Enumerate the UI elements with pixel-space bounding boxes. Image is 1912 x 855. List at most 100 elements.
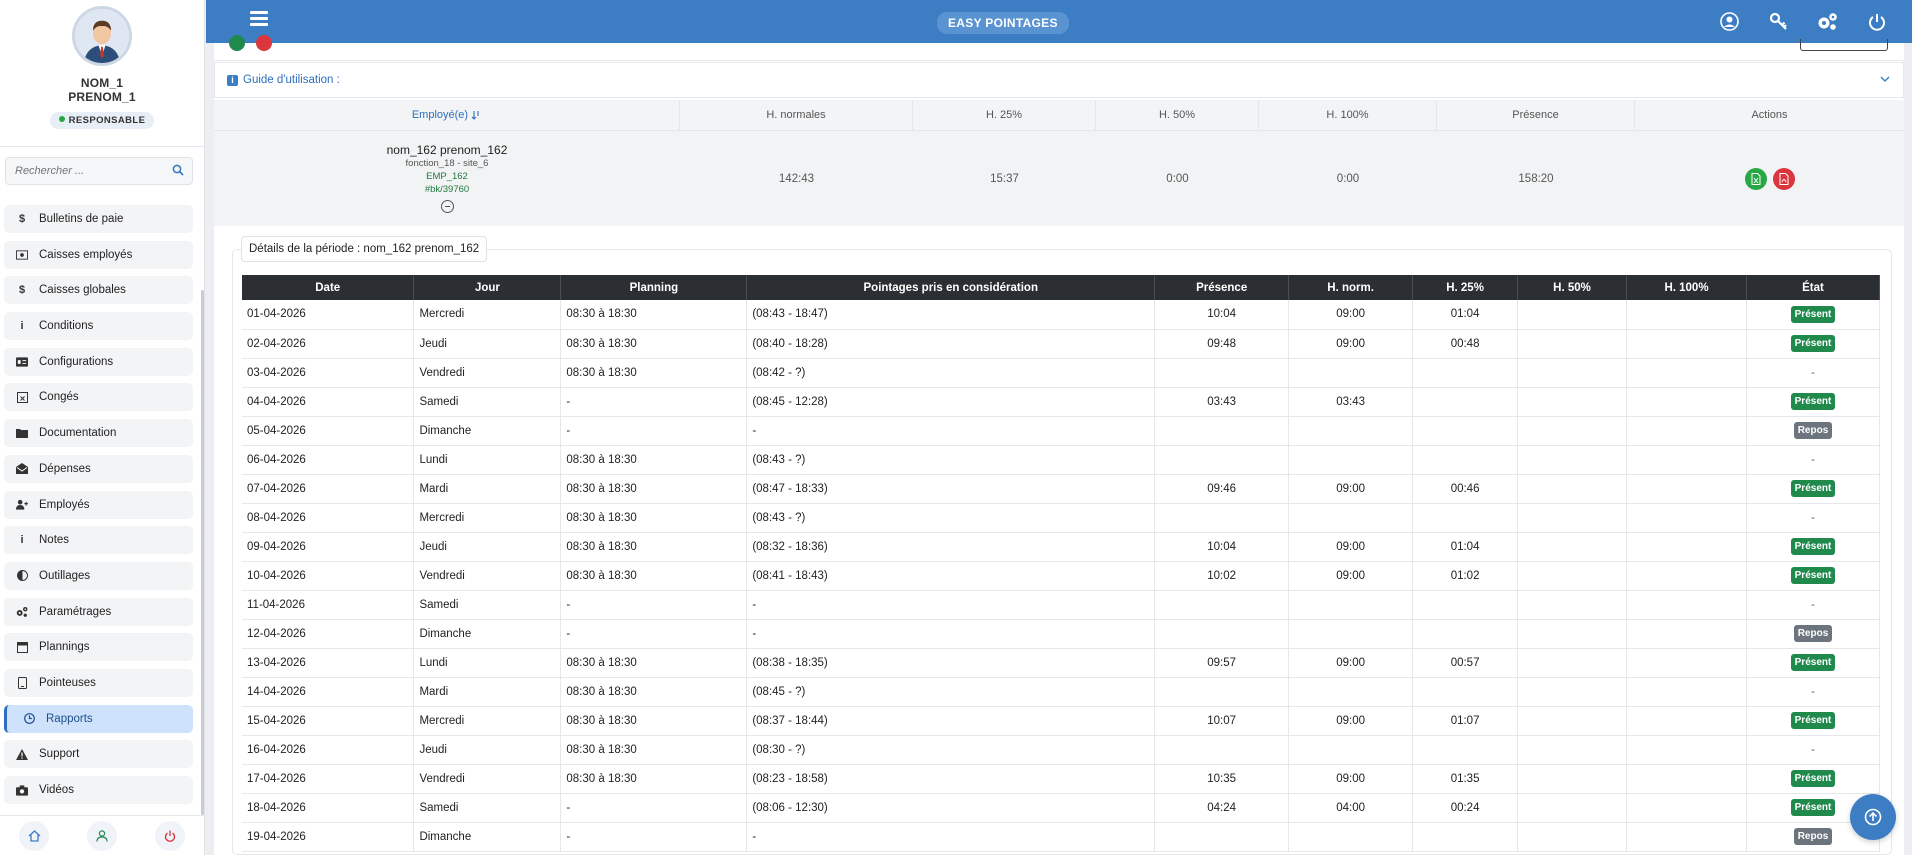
sidebar-item-plannings[interactable]: Plannings [4, 633, 193, 662]
id-card-icon [16, 356, 28, 368]
cell-date: 05-04-2026 [242, 416, 415, 446]
cell-presence: 04:24 [1154, 793, 1290, 823]
table-row[interactable]: 09-04-2026 Jeudi 08:30 à 18:30 (08:32 - 18:… [242, 532, 1881, 562]
avatar[interactable] [72, 6, 132, 66]
status-badge: Présent [1790, 770, 1836, 787]
cell-date: 06-04-2026 [242, 445, 415, 475]
guide-accordion[interactable]: i Guide d'utilisation : [214, 62, 1904, 98]
cell-state: Présent [1746, 561, 1881, 591]
hamburger-menu-icon[interactable] [250, 11, 268, 27]
sidebar-item-label: Conditions [39, 320, 94, 333]
table-row[interactable]: 03-04-2026 Vendredi 08:30 à 18:30 (08:42 - … [242, 358, 1881, 388]
search-input[interactable] [6, 158, 156, 184]
column-header[interactable]: H. norm. [1288, 275, 1414, 300]
table-row[interactable]: 08-04-2026 Mercredi 08:30 à 18:30 (08:43 - … [242, 503, 1881, 533]
cell-day: Lundi [413, 648, 562, 678]
home-button[interactable] [19, 820, 49, 851]
column-header-presence[interactable]: Présence [1437, 100, 1635, 130]
green-action-icon[interactable] [229, 35, 245, 51]
column-header[interactable]: Pointages pris en considération [746, 275, 1156, 300]
table-row[interactable]: 17-04-2026 Vendredi 08:30 à 18:30 (08:23 - … [242, 764, 1881, 794]
table-row[interactable]: 15-04-2026 Mercredi 08:30 à 18:30 (08:37 - … [242, 706, 1881, 736]
cell-hnorm [1288, 735, 1414, 765]
cell-day: Mercredi [413, 706, 562, 736]
search-icon[interactable] [172, 164, 184, 176]
sidebar-item-conditions[interactable]: i Conditions [4, 312, 193, 341]
export-excel-button[interactable] [1744, 167, 1767, 190]
column-header-h25[interactable]: H. 25% [913, 100, 1096, 130]
sidebar-scrollbar[interactable] [201, 290, 204, 815]
cell-planning: - [560, 793, 748, 823]
cell-planning: 08:30 à 18:30 [560, 561, 748, 591]
password-button[interactable] [1765, 8, 1792, 35]
scroll-top-button[interactable] [1850, 794, 1896, 840]
sidebar-item-notes[interactable]: i Notes [4, 526, 193, 555]
column-header-h50[interactable]: H. 50% [1096, 100, 1259, 130]
table-row[interactable]: 01-04-2026 Mercredi 08:30 à 18:30 (08:43 - … [242, 300, 1881, 330]
sidebar-item-outillages[interactable]: Outillages [4, 561, 193, 590]
logout-button[interactable] [155, 820, 185, 851]
sidebar-item-depenses[interactable]: Dépenses [4, 454, 193, 483]
red-action-icon[interactable] [256, 35, 272, 51]
cell-h100 [1626, 503, 1747, 533]
employee-row[interactable]: nom_162 prenom_162 fonction_18 - site_6 … [214, 131, 1904, 226]
column-header[interactable]: Planning [560, 275, 748, 300]
settings-button[interactable] [1814, 8, 1841, 35]
cell-pointages: - [746, 590, 1156, 620]
sidebar-item-support[interactable]: Support [4, 740, 193, 769]
table-row[interactable]: 10-04-2026 Vendredi 08:30 à 18:30 (08:41 - … [242, 561, 1881, 591]
sidebar-item-caisses-employes[interactable]: Caisses employés [4, 240, 193, 269]
daily-details-table: Date Jour Planning Pointages pris en con… [242, 275, 1881, 852]
sidebar-item-caisses-globales[interactable]: $ Caisses globales [4, 276, 193, 305]
table-row[interactable]: 07-04-2026 Mardi 08:30 à 18:30 (08:47 - 18:… [242, 474, 1881, 504]
table-row[interactable]: 18-04-2026 Samedi - (08:06 - 12:30) 04:24 04:… [242, 793, 1881, 823]
table-row[interactable]: 02-04-2026 Jeudi 08:30 à 18:30 (08:40 - 18:… [242, 329, 1881, 359]
sidebar-item-employes[interactable]: Employés [4, 490, 193, 519]
export-pdf-button[interactable] [1772, 167, 1795, 190]
sidebar-item-conges[interactable]: Congés [4, 383, 193, 412]
cell-hnorm [1288, 590, 1414, 620]
column-header[interactable]: Présence [1154, 275, 1290, 300]
cell-hnorm [1288, 677, 1414, 707]
sidebar-item-bulletins-de-paie[interactable]: $ Bulletins de paie [4, 205, 193, 233]
column-header[interactable]: Jour [413, 275, 562, 300]
cell-planning: 08:30 à 18:30 [560, 445, 748, 475]
table-row[interactable]: 05-04-2026 Dimanche - - Repos [242, 416, 1881, 446]
power-button[interactable] [1863, 8, 1890, 35]
column-header-employe[interactable]: Employé(e) [214, 100, 680, 130]
cell-hnorm [1288, 503, 1414, 533]
cell-h100 [1626, 706, 1747, 736]
column-header[interactable]: H. 25% [1412, 275, 1519, 300]
cell-h50 [1517, 300, 1628, 330]
column-header-h100[interactable]: H. 100% [1259, 100, 1437, 130]
sidebar-item-configurations[interactable]: Configurations [4, 347, 193, 376]
sidebar-item-pointeuses[interactable]: Pointeuses [4, 668, 193, 697]
sidebar-item-videos[interactable]: Vidéos [4, 776, 193, 804]
sidebar-item-label: Caisses globales [39, 284, 126, 297]
column-header[interactable]: État [1746, 275, 1881, 300]
cell-pointages: (08:43 - ?) [746, 445, 1156, 475]
account-button[interactable] [1716, 8, 1743, 35]
chevron-down-icon[interactable] [1879, 73, 1891, 85]
table-row[interactable]: 14-04-2026 Mardi 08:30 à 18:30 (08:45 - ?) - [242, 677, 1881, 707]
table-row[interactable]: 06-04-2026 Lundi 08:30 à 18:30 (08:43 - ?) - [242, 445, 1881, 475]
sidebar-item-parametrages[interactable]: Paramétrages [4, 597, 193, 626]
column-header[interactable]: Date [242, 275, 415, 300]
table-row[interactable]: 12-04-2026 Dimanche - - Repos [242, 619, 1881, 649]
sidebar-item-rapports[interactable]: Rapports [4, 704, 193, 733]
table-row[interactable]: 13-04-2026 Lundi 08:30 à 18:30 (08:38 - 18:… [242, 648, 1881, 678]
profile-button[interactable] [87, 820, 117, 851]
cell-h25: 01:02 [1412, 561, 1519, 591]
collapse-icon[interactable] [440, 200, 454, 213]
column-header[interactable]: H. 50% [1517, 275, 1628, 300]
table-row[interactable]: 11-04-2026 Samedi - - - [242, 590, 1881, 620]
cell-h50 [1517, 561, 1628, 591]
cell-presence: 03:43 [1154, 387, 1290, 417]
top-right-button[interactable] [1800, 39, 1888, 51]
sidebar-item-documentation[interactable]: Documentation [4, 419, 193, 448]
table-row[interactable]: 16-04-2026 Jeudi 08:30 à 18:30 (08:30 - ?) - [242, 735, 1881, 765]
column-header[interactable]: H. 100% [1626, 275, 1747, 300]
table-row[interactable]: 04-04-2026 Samedi - (08:45 - 12:28) 03:43 03:… [242, 387, 1881, 417]
table-row[interactable]: 19-04-2026 Dimanche - - Repos [242, 822, 1881, 852]
column-header-h-normales[interactable]: H. normales [680, 100, 913, 130]
